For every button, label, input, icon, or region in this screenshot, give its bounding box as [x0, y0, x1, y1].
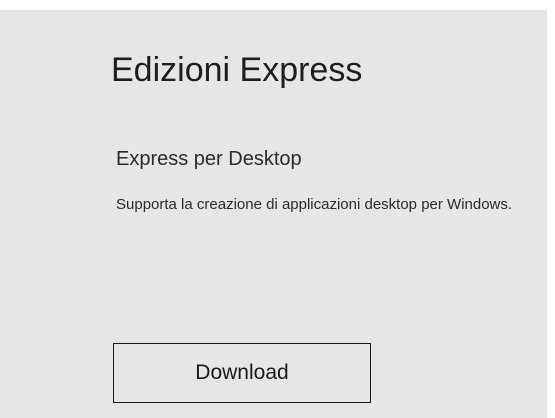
express-editions-panel: Edizioni Express Express per Desktop Sup…	[0, 10, 547, 418]
download-button[interactable]: Download	[113, 343, 371, 403]
product-description: Supporta la creazione di applicazioni de…	[116, 196, 513, 213]
section-title: Edizioni Express	[111, 51, 363, 89]
product-name: Express per Desktop	[116, 148, 302, 170]
